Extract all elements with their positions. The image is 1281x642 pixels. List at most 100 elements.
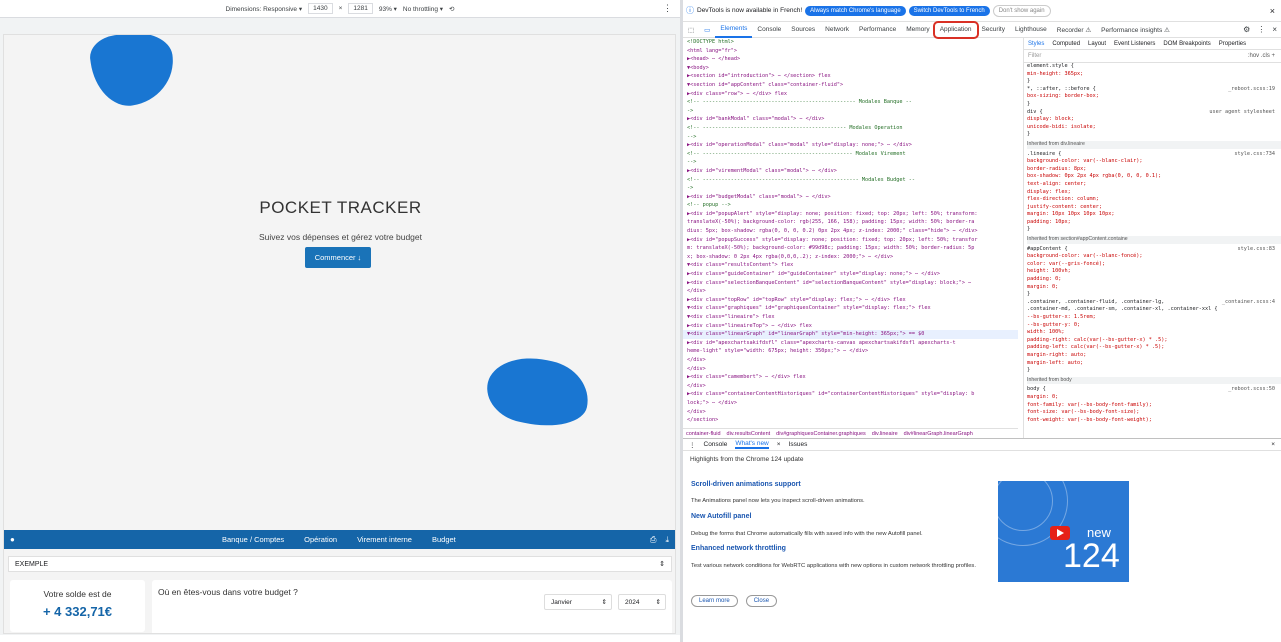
css-source-link[interactable]: user agent stylesheet bbox=[1209, 109, 1281, 117]
dom-node-line[interactable]: ▶<div id="popupAlert" style="display: no… bbox=[683, 210, 1018, 219]
css-rule-line[interactable]: padding-left: calc(var(--bs-gutter-x) * … bbox=[1027, 344, 1281, 352]
dom-node-line[interactable]: <html lang="fr"> bbox=[683, 47, 1018, 56]
dom-node-line[interactable]: ▶<div id="budgetModal" class="modal"> ⋯ … bbox=[683, 193, 1018, 202]
css-rule-line[interactable]: } bbox=[1027, 101, 1281, 109]
dom-node-line[interactable]: ▶<div class="lineaireTop"> ⋯ </div> flex bbox=[683, 322, 1018, 331]
css-rule-line[interactable]: font-size: var(--bs-body-font-size); bbox=[1027, 409, 1281, 417]
dom-node-line[interactable]: ▶<div id="bankModal" class="modal"> ⋯ </… bbox=[683, 115, 1018, 124]
year-select[interactable]: 2024 ⇕ bbox=[618, 594, 666, 610]
dom-node-line[interactable]: ▼<section id="appContent" class="contain… bbox=[683, 81, 1018, 90]
dimensions-dropdown[interactable]: Dimensions: Responsive ▾ bbox=[226, 5, 303, 13]
breadcrumb-item[interactable]: div#graphiquesContainer.graphiques bbox=[776, 431, 866, 437]
start-button[interactable]: Commencer ↓ bbox=[305, 247, 371, 268]
css-rule-line[interactable]: _container.scss:4 .container, .container-… bbox=[1027, 299, 1281, 307]
account-select[interactable]: EXEMPLE ⇕ bbox=[8, 556, 672, 572]
dom-node-line[interactable]: </div> bbox=[683, 382, 1018, 391]
info-icon[interactable]: ● bbox=[10, 535, 15, 544]
dom-node-line[interactable]: ▼<div class="resultsContent"> flex bbox=[683, 261, 1018, 270]
dom-node-line[interactable]: </div> bbox=[683, 365, 1018, 374]
viewport-scrollbar[interactable] bbox=[0, 635, 680, 642]
dom-node-line[interactable]: ▶<section id="introduction"> ⋯ </section… bbox=[683, 72, 1018, 81]
css-rule-line[interactable]: } bbox=[1027, 226, 1281, 234]
dom-node-line[interactable]: </div> bbox=[683, 356, 1018, 365]
css-rule-line[interactable]: background-color: var(--blanc-clair); bbox=[1027, 158, 1281, 166]
feature-title[interactable]: New Autofill panel bbox=[691, 513, 751, 520]
dom-node-line[interactable]: </div> bbox=[683, 408, 1018, 417]
dom-node-line[interactable]: ▶<div class="row"> ⋯ </div> flex bbox=[683, 90, 1018, 99]
dom-node-line[interactable]: -> bbox=[683, 107, 1018, 116]
width-input[interactable]: 1430 bbox=[308, 3, 333, 14]
dom-node-line[interactable]: translateX(-50%); background-color: rgb(… bbox=[683, 218, 1018, 227]
dom-node-line[interactable]: ▶<div class="topRow" id="topRow" style="… bbox=[683, 296, 1018, 305]
css-rule-line[interactable]: font-weight: var(--bs-body-font-weight); bbox=[1027, 417, 1281, 425]
css-rule-line[interactable]: color: var(--gris-foncé); bbox=[1027, 261, 1281, 269]
css-rule-line[interactable]: display: flex; bbox=[1027, 189, 1281, 197]
css-rule-line[interactable]: padding: 0; bbox=[1027, 276, 1281, 284]
css-rule-line[interactable]: box-shadow: 0px 2px 4px rgba(0, 0, 0, 0.… bbox=[1027, 173, 1281, 181]
dom-node-line[interactable]: <!-- -----------------------------------… bbox=[683, 124, 1018, 133]
nav-item-operation[interactable]: Opération bbox=[304, 535, 337, 544]
close-icon[interactable]: × bbox=[1270, 6, 1275, 16]
dom-node-line[interactable]: ▶<div class="containerContentHistoriques… bbox=[683, 390, 1018, 399]
close-drawer-icon[interactable]: × bbox=[1271, 441, 1275, 448]
css-rule-line[interactable]: --bs-gutter-y: 0; bbox=[1027, 322, 1281, 330]
dom-node-line[interactable]: ▶<div id="apexchartsakifdsfl" class="ape… bbox=[683, 339, 1018, 348]
close-icon[interactable]: × bbox=[1272, 25, 1277, 34]
css-rule-line[interactable]: background-color: var(--blanc-foncé); bbox=[1027, 253, 1281, 261]
css-rule-line[interactable]: --bs-gutter-x: 1.5rem; bbox=[1027, 314, 1281, 322]
css-source-link[interactable]: _reboot.scss:50 bbox=[1228, 386, 1281, 394]
css-rule-line[interactable]: unicode-bidi: isolate; bbox=[1027, 124, 1281, 132]
css-rule-line[interactable]: justify-content: center; bbox=[1027, 204, 1281, 212]
tab-layout[interactable]: Layout bbox=[1088, 41, 1106, 47]
css-rule-line[interactable]: style.css:734 .lineaire { bbox=[1027, 151, 1281, 159]
css-source-link[interactable]: _container.scss:4 bbox=[1222, 299, 1281, 307]
tab-application[interactable]: Application bbox=[932, 20, 979, 39]
css-rule-line[interactable]: font-family: var(--bs-body-font-family); bbox=[1027, 402, 1281, 410]
css-rule-line[interactable]: _reboot.scss:19 *, ::after, ::before { bbox=[1027, 86, 1281, 94]
dom-node-line[interactable]: </section> bbox=[683, 416, 1018, 425]
css-rule-line[interactable]: box-sizing: border-box; bbox=[1027, 93, 1281, 101]
dom-node-line[interactable]: ▶<div class="selectionBanqueContent" id=… bbox=[683, 279, 1018, 288]
feature-title[interactable]: Scroll-driven animations support bbox=[691, 481, 801, 488]
nav-item-banque[interactable]: Banque / Comptes bbox=[222, 535, 284, 544]
dom-node-line[interactable]: ▼<body> bbox=[683, 64, 1018, 73]
css-rule-line[interactable]: padding-right: calc(var(--bs-gutter-x) *… bbox=[1027, 337, 1281, 345]
month-select[interactable]: Janvier ⇕ bbox=[544, 594, 612, 610]
styles-filter-input[interactable]: Filter :hov .cls + bbox=[1024, 50, 1281, 63]
more-options-icon[interactable]: ⋮ bbox=[663, 3, 672, 14]
dom-node-line[interactable]: m: translateX(-50%); background-color: #… bbox=[683, 244, 1018, 253]
css-rule-line[interactable]: margin: 10px 10px 10px 10px; bbox=[1027, 211, 1281, 219]
dom-node-line[interactable]: ▼<div class="linearGraph" id="linearGrap… bbox=[683, 330, 1018, 339]
css-rule-line[interactable]: .container-md, .container-sm, .container… bbox=[1027, 306, 1281, 314]
dom-node-line[interactable]: <!-- popup --> bbox=[683, 201, 1018, 210]
breadcrumb-item[interactable]: div#linearGraph.linearGraph bbox=[904, 431, 973, 437]
drawer-tab-whats-new[interactable]: What's new bbox=[735, 440, 769, 449]
dom-node-line[interactable]: x; box-shadow: 0 2px 4px rgba(0,0,0,.2);… bbox=[683, 253, 1018, 262]
throttle-dropdown[interactable]: No throttling ▾ bbox=[403, 5, 443, 13]
css-rule-line[interactable]: min-height: 365px; bbox=[1027, 71, 1281, 79]
dom-node-line[interactable]: ▶<div class="camembert"> ⋯ </div> flex bbox=[683, 373, 1018, 382]
dom-node-line[interactable]: ▶<head> ⋯ </head> bbox=[683, 55, 1018, 64]
css-rule-line[interactable]: margin-left: auto; bbox=[1027, 360, 1281, 368]
zoom-dropdown[interactable]: 93% ▾ bbox=[379, 5, 397, 13]
close-icon[interactable]: × bbox=[777, 441, 781, 448]
tab-event-listeners[interactable]: Event Listeners bbox=[1114, 41, 1155, 47]
css-rule-line[interactable]: margin: 0; bbox=[1027, 284, 1281, 292]
css-rule-line[interactable]: _reboot.scss:50 body { bbox=[1027, 386, 1281, 394]
nav-item-budget[interactable]: Budget bbox=[432, 535, 456, 544]
css-rule-line[interactable]: element.style { bbox=[1027, 63, 1281, 71]
tab-performance[interactable]: Performance bbox=[854, 22, 901, 38]
dom-node-line[interactable]: heme-light" style="width: 675px; height:… bbox=[683, 347, 1018, 356]
dom-node-line[interactable]: ▼<div class="graphiques" id="graphiquesC… bbox=[683, 304, 1018, 313]
breadcrumb-item[interactable]: div.lineaire bbox=[872, 431, 898, 437]
css-rule-line[interactable]: } bbox=[1027, 131, 1281, 139]
dont-show-button[interactable]: Don't show again bbox=[992, 4, 1051, 17]
height-input[interactable]: 1281 bbox=[348, 3, 373, 14]
css-rule-line[interactable]: } bbox=[1027, 78, 1281, 86]
tab-security[interactable]: Security bbox=[977, 22, 1010, 38]
css-rule-line[interactable]: margin: 0; bbox=[1027, 394, 1281, 402]
css-rule-line[interactable]: text-align: center; bbox=[1027, 181, 1281, 189]
gear-icon[interactable]: ⚙ bbox=[1243, 25, 1250, 34]
tab-performance-insights[interactable]: Performance insights ⚠ bbox=[1096, 22, 1175, 38]
css-rule-line[interactable]: border-radius: 8px; bbox=[1027, 166, 1281, 174]
